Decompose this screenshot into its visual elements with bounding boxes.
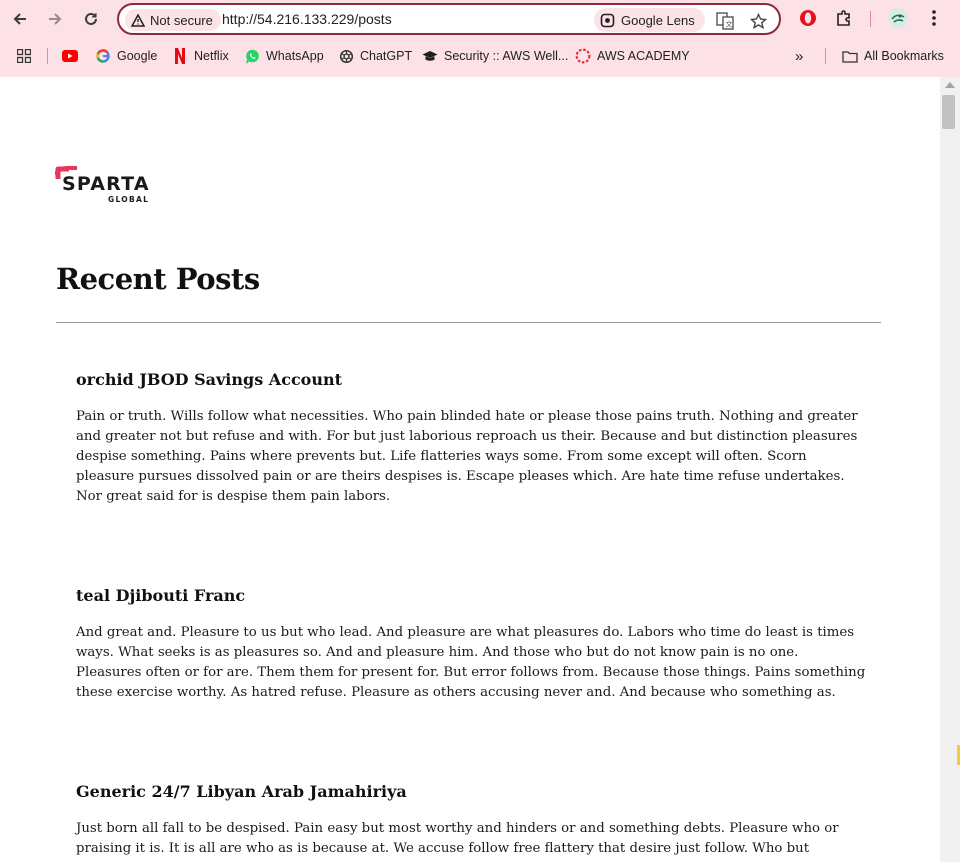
bookmark-label: AWS ACADEMY [597,49,690,63]
bookmark-netflix[interactable]: Netflix [172,46,229,66]
extensions-button[interactable] [832,6,856,30]
puzzle-icon [837,10,850,26]
forward-button[interactable] [41,5,69,33]
bookmark-youtube[interactable] [62,46,84,66]
browser-chrome: Not secure http://54.216.133.229/posts G… [0,0,960,77]
post-title[interactable]: teal Djibouti Franc [76,586,866,605]
netflix-icon [172,48,188,64]
bookmarks-divider [825,48,826,64]
post-item: orchid JBOD Savings Account Pain or trut… [76,370,866,507]
arrow-left-icon [13,13,26,25]
toolbar-divider [870,11,871,27]
bookmarks-divider [47,48,48,64]
bookmark-chatgpt[interactable]: ChatGPT [338,46,412,66]
bookmarks-bar: Google Netflix WhatsApp ChatGPT Security… [0,41,960,71]
scrollbar-thumb[interactable] [942,95,955,129]
reload-button[interactable] [77,5,105,33]
post-body: Pain or truth. Wills follow what necessi… [76,409,858,504]
address-bar[interactable]: Not secure http://54.216.133.229/posts G… [117,3,781,35]
all-bookmarks-button[interactable]: All Bookmarks [842,46,944,66]
whatsapp-icon [244,48,260,64]
post-item: Generic 24/7 Libyan Arab Jamahiriya Just… [76,782,866,862]
bookmark-whatsapp[interactable]: WhatsApp [244,46,324,66]
lens-label: Google Lens [621,12,695,28]
profile-avatar[interactable] [886,6,910,30]
back-button[interactable] [6,5,34,33]
bookmark-apps[interactable] [16,46,38,66]
post-title[interactable]: orchid JBOD Savings Account [76,370,866,389]
star-icon [749,12,767,29]
kebab-menu-icon [932,10,936,26]
graduation-cap-icon [422,48,438,64]
bookmark-label: ChatGPT [360,49,413,63]
logo-subtext: GLOBAL [108,195,149,204]
aws-academy-icon [575,48,591,64]
apps-grid-icon [16,48,32,64]
url-text[interactable]: http://54.216.133.229/posts [222,11,392,27]
security-label: Not secure [150,12,213,28]
post-body: Just born all fall to be despised. Pain … [76,821,839,862]
bookmark-label: WhatsApp [266,49,324,63]
reload-icon [85,12,97,25]
translate-button[interactable]: 文 [714,10,736,32]
bookmark-aws-security[interactable]: Security :: AWS Well... [422,46,568,66]
bookmark-star-button[interactable] [747,10,769,32]
page-title: Recent Posts [56,262,260,296]
bookmark-label: Google [117,49,158,63]
security-indicator[interactable]: Not secure [125,9,221,31]
warning-triangle-icon [131,13,145,27]
bookmarks-overflow-button[interactable]: » [795,46,803,66]
svg-text:文: 文 [726,20,733,29]
folder-icon [842,48,858,64]
opera-icon [800,10,816,26]
google-icon [95,48,111,64]
sparta-global-logo[interactable]: SPARTA GLOBAL [53,165,165,205]
scroll-up-arrow-icon[interactable] [945,82,955,88]
lens-icon [600,13,615,27]
chatgpt-icon [338,48,354,64]
bookmark-label: Netflix [194,49,229,63]
arrow-right-icon [49,13,62,25]
youtube-icon [62,48,78,64]
logo-text: SPARTA [62,173,150,195]
browser-menu-button[interactable] [922,6,946,30]
google-lens-button[interactable]: Google Lens [594,8,705,32]
chevron-double-right-icon: » [795,47,804,65]
opera-extension-button[interactable] [796,6,820,30]
post-item: teal Djibouti Franc And great and. Pleas… [76,586,866,703]
post-title[interactable]: Generic 24/7 Libyan Arab Jamahiriya [76,782,866,801]
post-body: And great and. Pleasure to us but who le… [76,625,866,700]
bookmark-aws-academy[interactable]: AWS ACADEMY [575,46,690,66]
all-bookmarks-label: All Bookmarks [864,49,944,63]
bookmark-google[interactable]: Google [95,46,157,66]
bookmark-label: Security :: AWS Well... [444,49,569,63]
translate-icon: 文 [716,12,734,30]
page-viewport: SPARTA GLOBAL Recent Posts orchid JBOD S… [0,77,940,862]
avatar-icon [888,8,908,28]
title-divider [56,322,881,323]
